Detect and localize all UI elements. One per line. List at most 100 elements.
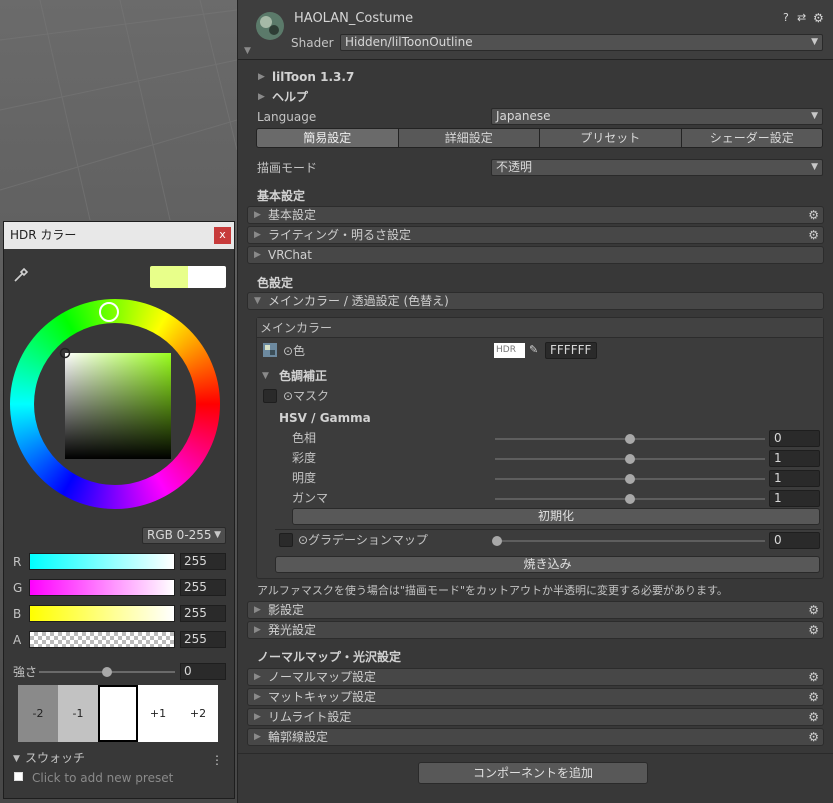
liltoon-version[interactable]: lilToon 1.3.7 xyxy=(272,69,354,85)
gear-icon[interactable]: ⚙ xyxy=(808,622,819,638)
hsv-slider-knob[interactable] xyxy=(625,434,635,444)
more-options-icon[interactable]: ⋮ xyxy=(211,752,223,768)
main-color-header xyxy=(257,318,823,338)
green-value-field[interactable]: 255 xyxy=(180,579,226,596)
add-preset-icon[interactable] xyxy=(14,772,23,781)
sv-handle[interactable] xyxy=(59,347,71,359)
intensity-step-plus-1[interactable]: +1 xyxy=(138,685,178,742)
gradation-slider-knob[interactable] xyxy=(492,536,502,546)
shader-dropdown[interactable]: Hidden/lilToonOutline ▼ xyxy=(340,34,823,51)
section-lighting[interactable]: ▶ ライティング・明るさ設定 ⚙ xyxy=(247,226,824,244)
section-vrchat[interactable]: ▶ VRChat xyxy=(247,246,824,264)
eyedropper-icon[interactable] xyxy=(12,266,30,284)
gradation-checkbox[interactable] xyxy=(279,533,293,547)
chevron-down-icon: ▼ xyxy=(811,162,818,172)
gradation-value-field[interactable]: 0 xyxy=(769,532,820,549)
hex-field[interactable]: FFFFFF xyxy=(545,342,597,359)
gear-icon[interactable]: ⚙ xyxy=(808,602,819,618)
intensity-step-minus-1[interactable]: -1 xyxy=(58,685,98,742)
reset-button[interactable]: 初期化 xyxy=(292,508,820,525)
hdr-color-field[interactable]: HDR xyxy=(494,343,525,358)
gear-icon[interactable]: ⚙ xyxy=(808,207,819,223)
swatches-label[interactable]: スウォッチ xyxy=(25,750,85,766)
collapse-triangle-icon[interactable]: ▼ xyxy=(13,751,20,767)
intensity-value-field[interactable]: 0 xyxy=(180,663,226,680)
gradation-slider-track[interactable] xyxy=(495,540,765,542)
basic-heading: 基本設定 xyxy=(257,189,306,203)
section-label: 輪郭線設定 xyxy=(268,730,329,744)
intensity-step-minus-2[interactable]: -2 xyxy=(18,685,58,742)
eyedropper-icon[interactable]: ✎ xyxy=(529,342,538,358)
gear-icon[interactable]: ⚙ xyxy=(808,729,819,745)
color-mode-dropdown[interactable]: RGB 0-255 ▼ xyxy=(142,527,226,544)
intensity-step-current[interactable] xyxy=(98,685,138,742)
blue-channel-bar[interactable] xyxy=(29,605,175,622)
section-basic[interactable]: ▶ 基本設定 ⚙ xyxy=(247,206,824,224)
hsv-slider-knob[interactable] xyxy=(625,474,635,484)
object-name: HAOLAN_Costume xyxy=(294,11,414,26)
gear-icon[interactable]: ⚙ xyxy=(808,709,819,725)
help-foldout[interactable]: ヘルプ xyxy=(272,89,308,105)
color-label: ⊙色 xyxy=(283,344,306,358)
expand-triangle-icon: ▶ xyxy=(254,712,261,722)
tab-shader-settings[interactable]: シェーダー設定 xyxy=(681,129,822,147)
section-rimlight[interactable]: ▶ リムライト設定 ⚙ xyxy=(247,708,824,726)
hsv-value: 1 xyxy=(774,491,782,505)
intensity-slider-knob[interactable] xyxy=(102,667,112,677)
close-button[interactable]: x xyxy=(214,227,231,244)
red-channel-bar[interactable] xyxy=(29,553,175,570)
green-channel-bar[interactable] xyxy=(29,579,175,596)
alpha-note: アルファマスクを使う場合は"描画モード"をカットアウトか半透明に変更する必要があ… xyxy=(257,584,728,597)
blue-value-field[interactable]: 255 xyxy=(180,605,226,622)
section-matcap[interactable]: ▶ マットキャップ設定 ⚙ xyxy=(247,688,824,706)
texture-thumbnail-icon[interactable] xyxy=(263,343,277,357)
tab-advanced[interactable]: 詳細設定 xyxy=(398,129,540,147)
intensity-step-plus-2[interactable]: +2 xyxy=(178,685,218,742)
mask-checkbox[interactable] xyxy=(263,389,277,403)
render-mode-dropdown[interactable]: 不透明 ▼ xyxy=(491,159,823,176)
alpha-channel-bar[interactable] xyxy=(29,631,175,648)
hdr-window-titlebar[interactable]: HDR カラー xyxy=(4,222,234,249)
expand-triangle-icon[interactable]: ▶ xyxy=(258,89,265,105)
language-label: Language xyxy=(257,110,317,124)
channel-label-g: G xyxy=(13,581,23,595)
hsv-value: 0 xyxy=(774,431,782,445)
help-icon[interactable]: ? xyxy=(783,10,789,26)
hsv-slider-knob[interactable] xyxy=(625,454,635,464)
section-emission[interactable]: ▶ 発光設定 ⚙ xyxy=(247,621,824,639)
material-header: HAOLAN_Costume ? ⇄ ⚙ Shader Hidden/lilTo… xyxy=(238,0,833,60)
gear-icon[interactable]: ⚙ xyxy=(808,669,819,685)
preset-icon[interactable]: ⇄ xyxy=(797,10,806,26)
gear-icon[interactable]: ⚙ xyxy=(808,227,819,243)
alpha-value-field[interactable]: 255 xyxy=(180,631,226,648)
language-value: Japanese xyxy=(496,109,551,123)
section-main-color[interactable]: ▼ メインカラー / 透過設定 (色替え) xyxy=(247,292,824,310)
settings-icon[interactable]: ⚙ xyxy=(813,10,824,26)
original-color-swatch[interactable] xyxy=(188,266,226,288)
hsv-value-field[interactable]: 1 xyxy=(769,450,820,467)
tone-heading[interactable]: 色調補正 xyxy=(279,368,327,384)
gear-icon[interactable]: ⚙ xyxy=(808,689,819,705)
add-component-button[interactable]: コンポーネントを追加 xyxy=(418,762,648,784)
hsv-value-field[interactable]: 0 xyxy=(769,430,820,447)
collapse-triangle-icon[interactable]: ▼ xyxy=(262,368,269,384)
hsv-value-field[interactable]: 1 xyxy=(769,470,820,487)
tab-preset[interactable]: プリセット xyxy=(540,129,682,147)
bake-button[interactable]: 焼き込み xyxy=(275,556,820,573)
section-label: ノーマルマップ設定 xyxy=(268,670,377,684)
hsv-value-field[interactable]: 1 xyxy=(769,490,820,507)
add-preset-hint[interactable]: Click to add new preset xyxy=(32,770,173,786)
expand-triangle-icon[interactable]: ▶ xyxy=(258,69,265,85)
section-outline[interactable]: ▶ 輪郭線設定 ⚙ xyxy=(247,728,824,746)
tab-simple[interactable]: 簡易設定 xyxy=(257,129,399,147)
saturation-value-square[interactable] xyxy=(65,353,171,459)
red-value-field[interactable]: 255 xyxy=(180,553,226,570)
expand-triangle-icon: ▶ xyxy=(254,672,261,682)
section-normal-map[interactable]: ▶ ノーマルマップ設定 ⚙ xyxy=(247,668,824,686)
material-sphere-icon xyxy=(256,12,284,40)
hsv-slider-knob[interactable] xyxy=(625,494,635,504)
foldout-arrow-icon[interactable]: ▼ xyxy=(244,43,251,59)
hsv-value: 1 xyxy=(774,451,782,465)
language-dropdown[interactable]: Japanese ▼ xyxy=(491,108,823,125)
section-shadow[interactable]: ▶ 影設定 ⚙ xyxy=(247,601,824,619)
